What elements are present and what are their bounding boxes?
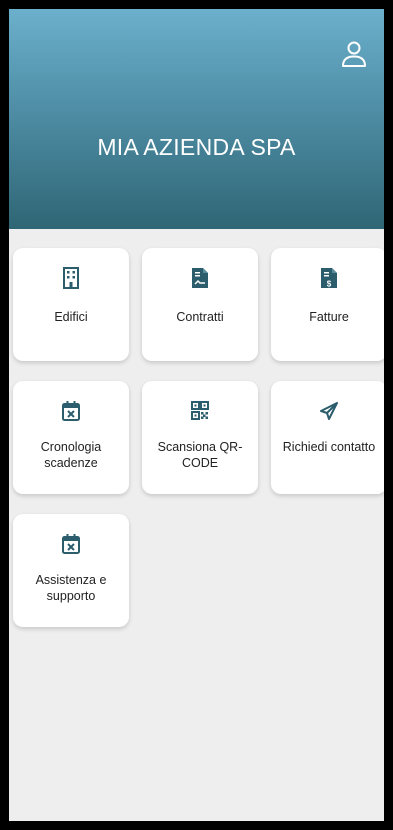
user-profile-icon [342, 41, 366, 67]
building-icon [63, 267, 79, 289]
app-screen: MIA AZIENDA SPA Edifici Contratti $ Fatt… [9, 9, 384, 821]
tile-label: Fatture [309, 310, 349, 324]
contract-document-icon [192, 268, 208, 288]
tile-cronologia-scadenze[interactable]: Cronologia scadenze [13, 381, 129, 494]
tile-label: Scansiona QR-CODE [157, 440, 243, 470]
tile-assistenza-supporto[interactable]: Assistenza e supporto [13, 514, 129, 627]
tile-label: Edifici [54, 310, 88, 324]
tile-label: Richiedi contatto [282, 440, 376, 454]
company-title: MIA AZIENDA SPA [97, 134, 296, 160]
tile-label: Assistenza e supporto [35, 573, 107, 603]
calendar-cross-icon [62, 534, 80, 554]
tile-fatture[interactable]: $ Fatture [271, 248, 384, 361]
invoice-document-icon: $ [321, 268, 337, 289]
tile-scansiona-qr-code[interactable]: Scansiona QR-CODE [142, 381, 258, 494]
svg-text:$: $ [327, 280, 332, 289]
tile-label: Contratti [176, 310, 224, 324]
send-icon [320, 402, 338, 420]
tile-richiedi-contatto[interactable]: Richiedi contatto [271, 381, 384, 494]
profile-button[interactable] [339, 37, 369, 71]
qr-code-icon [191, 401, 209, 420]
tile-contratti[interactable]: Contratti [142, 248, 258, 361]
tile-edifici[interactable]: Edifici [13, 248, 129, 361]
tile-label: Cronologia scadenze [40, 440, 102, 470]
calendar-cross-icon [62, 401, 80, 421]
header: MIA AZIENDA SPA [9, 9, 384, 229]
